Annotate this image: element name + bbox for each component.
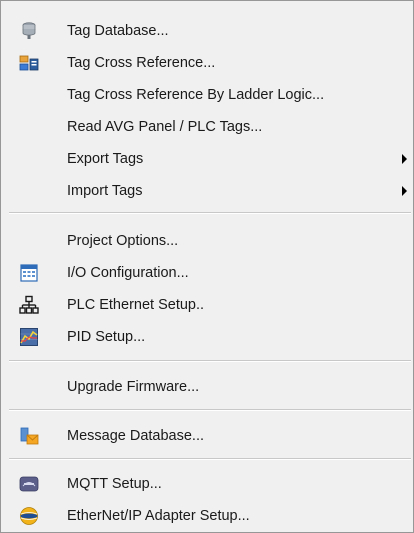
menu-item-label: MQTT Setup... [67, 476, 162, 492]
menu-item-label: Export Tags [67, 151, 144, 167]
menu-item-plc-ethernet-setup[interactable]: PLC Ethernet Setup.. [3, 289, 411, 321]
menu-separator [9, 360, 411, 362]
menu-item-label: Import Tags [67, 183, 143, 199]
submenu-arrow-icon [402, 186, 407, 196]
menu-item-label: EtherNet/IP Adapter Setup... [67, 508, 250, 524]
menu-item-label: Tag Cross Reference By Ladder Logic... [67, 87, 325, 103]
mqtt-icon [19, 474, 39, 494]
tag-database-icon [19, 21, 39, 41]
menu-item-import-tags[interactable]: Import Tags [3, 175, 411, 207]
io-configuration-icon [19, 263, 39, 283]
menu-item-message-database[interactable]: Message Database... [3, 420, 411, 452]
menu-item-read-avg-panel-plc-tags[interactable]: Read AVG Panel / PLC Tags... [3, 111, 411, 143]
menu-item-mqtt-setup[interactable]: MQTT Setup... [3, 468, 411, 500]
menu-item-ethernet-ip-adapter-setup[interactable]: EtherNet/IP Adapter Setup... [3, 500, 411, 532]
menu-item-label: PID Setup... [67, 329, 146, 345]
menu-item-label: Message Database... [67, 428, 205, 444]
ethernet-ip-icon [19, 506, 39, 526]
menu-item-tag-cross-reference-ladder[interactable]: Tag Cross Reference By Ladder Logic... [3, 79, 411, 111]
menu-item-label: Tag Database... [67, 23, 169, 39]
pid-chart-icon [19, 327, 39, 347]
menu-item-project-options[interactable]: Project Options... [3, 225, 411, 257]
menu-item-label: PLC Ethernet Setup.. [67, 297, 205, 313]
menu-item-label: Tag Cross Reference... [67, 55, 216, 71]
context-menu: Tag Database... Tag Cross Reference... T… [0, 0, 414, 533]
menu-item-tag-cross-reference[interactable]: Tag Cross Reference... [3, 47, 411, 79]
menu-separator [9, 212, 411, 214]
menu-item-pid-setup[interactable]: PID Setup... [3, 321, 411, 353]
menu-item-export-tags[interactable]: Export Tags [3, 143, 411, 175]
menu-item-label: Upgrade Firmware... [67, 379, 200, 395]
menu-item-label: Project Options... [67, 233, 179, 249]
menu-item-io-configuration[interactable]: I/O Configuration... [3, 257, 411, 289]
menu-separator [9, 409, 411, 411]
network-icon [19, 295, 39, 315]
menu-item-label: Read AVG Panel / PLC Tags... [67, 119, 263, 135]
menu-item-upgrade-firmware[interactable]: Upgrade Firmware... [3, 371, 411, 403]
menu-item-tag-database[interactable]: Tag Database... [3, 15, 411, 47]
tag-cross-reference-icon [19, 53, 39, 73]
submenu-arrow-icon [402, 154, 407, 164]
message-database-icon [19, 426, 39, 446]
menu-item-label: I/O Configuration... [67, 265, 189, 281]
menu-separator [9, 458, 411, 460]
